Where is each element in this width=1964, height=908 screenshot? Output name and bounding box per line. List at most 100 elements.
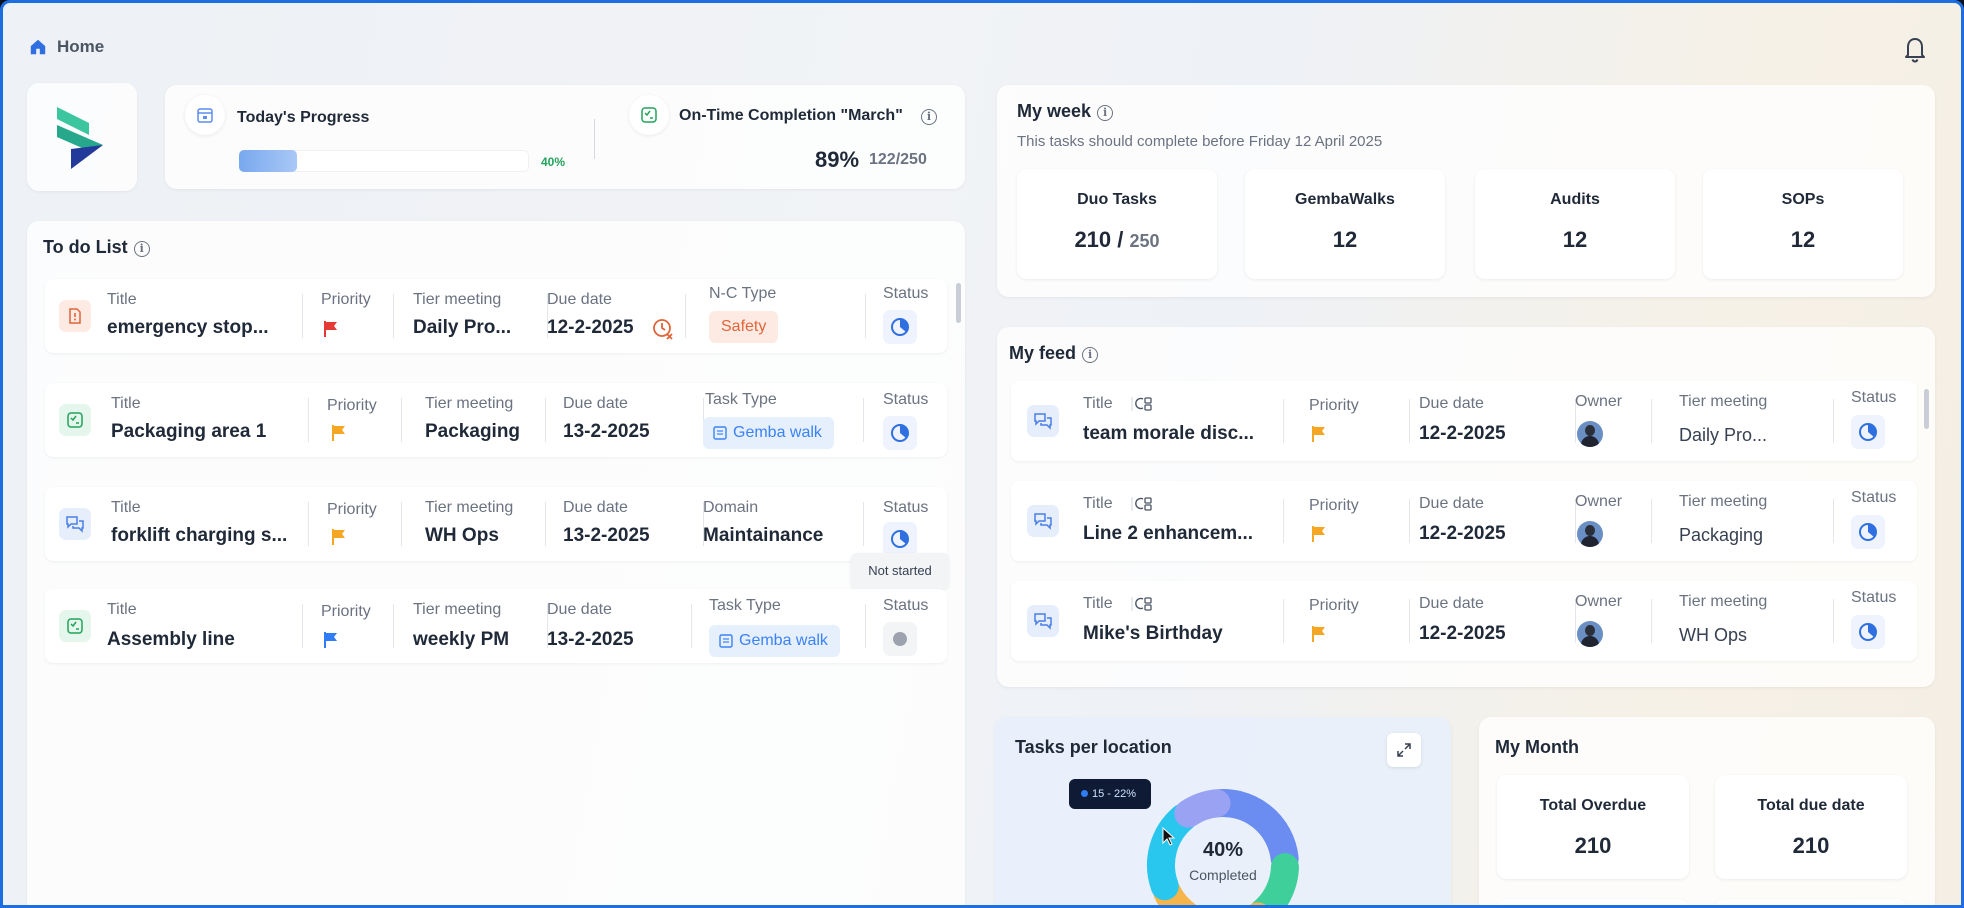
week-tile-sops[interactable]: SOPs 12 xyxy=(1703,169,1903,279)
title-label: Title xyxy=(111,395,141,412)
tooltip-dot xyxy=(1081,790,1088,797)
nc-type-label: N-C Type xyxy=(709,285,777,302)
calendar-icon xyxy=(185,95,225,135)
week-tile-gembawalks[interactable]: GembaWalks 12 xyxy=(1245,169,1445,279)
info-icon[interactable]: i xyxy=(133,240,150,257)
bell-icon[interactable] xyxy=(1899,33,1931,65)
status-button[interactable] xyxy=(1851,615,1885,649)
priority-flag-icon xyxy=(332,425,345,441)
todo-row[interactable]: Title Assembly line Priority Tier meetin… xyxy=(45,589,947,663)
todo-row[interactable]: Title Packaging area 1 Priority Tier mee… xyxy=(45,383,947,457)
column-divider xyxy=(308,398,309,442)
due-label: Due date xyxy=(563,395,628,412)
donut-segment-orange[interactable] xyxy=(1153,878,1266,908)
tier-label: Tier meeting xyxy=(413,601,502,618)
priority-label: Priority xyxy=(1309,497,1359,514)
priority-flag-icon xyxy=(324,321,337,337)
month-tile[interactable] xyxy=(1715,899,1907,905)
nc-type-chip: Safety xyxy=(709,311,779,343)
info-icon[interactable]: i xyxy=(1097,104,1114,121)
feed-title: team morale disc... xyxy=(1083,423,1255,444)
week-tile-audits[interactable]: Audits 12 xyxy=(1475,169,1675,279)
tile-value: 210 xyxy=(1574,833,1612,858)
task-type-label: Task Type xyxy=(705,391,777,408)
todo-row[interactable]: Title emergency stop... Priority Tier me… xyxy=(45,279,947,353)
column-divider xyxy=(1283,499,1284,543)
status-clock-icon xyxy=(1859,523,1877,541)
column-divider xyxy=(393,294,394,338)
today-progress-fill xyxy=(239,150,297,172)
due-label: Due date xyxy=(547,291,612,308)
home-icon[interactable] xyxy=(29,38,47,56)
donut-segment-purple[interactable] xyxy=(1174,789,1231,828)
column-divider xyxy=(1833,599,1834,643)
avatar[interactable] xyxy=(1577,421,1603,447)
donut-center-value: 40% xyxy=(1202,839,1244,861)
status-clock-icon xyxy=(891,530,909,548)
column-divider xyxy=(1283,399,1284,443)
donut-tooltip: 15 - 22% xyxy=(1069,779,1151,809)
app-logo xyxy=(57,107,103,169)
priority-label: Priority xyxy=(1309,397,1359,414)
feed-row[interactable]: Title team morale disc... Priority Due date… xyxy=(1011,381,1917,461)
status-label: Status xyxy=(1851,489,1897,506)
week-tile-duo-tasks[interactable]: Duo Tasks 210 / 250 xyxy=(1017,169,1217,279)
owner-label: Owner xyxy=(1575,593,1623,610)
due-label: Due date xyxy=(563,499,628,516)
breadcrumb-home[interactable]: Home xyxy=(57,37,104,57)
tier-meeting: Packaging xyxy=(1679,525,1764,545)
column-divider xyxy=(1833,499,1834,543)
priority-label: Priority xyxy=(327,501,377,518)
feed-title: Mike's Birthday xyxy=(1083,623,1223,644)
tier-meeting: Daily Pro... xyxy=(413,317,512,338)
status-label: Status xyxy=(1851,589,1897,606)
column-divider xyxy=(691,604,692,648)
avatar[interactable] xyxy=(1577,521,1603,547)
info-icon[interactable]: i xyxy=(921,109,937,125)
due-date: 12-2-2025 xyxy=(547,317,634,338)
status-button[interactable] xyxy=(883,522,917,556)
tier-label: Tier meeting xyxy=(425,499,514,516)
status-button[interactable] xyxy=(883,416,917,450)
feed-row[interactable]: Title Mike's Birthday Priority Due date 12-2… xyxy=(1011,581,1917,661)
column-divider xyxy=(1409,399,1410,443)
not-started-dot xyxy=(893,632,907,646)
todo-row[interactable]: Title forklift charging s... Priority Ti… xyxy=(45,487,947,561)
on-time-completion-label: On-Time Completion "March" xyxy=(679,107,903,124)
my-month-title: My Month xyxy=(1495,737,1579,757)
expand-button[interactable] xyxy=(1387,733,1421,767)
month-tile[interactable] xyxy=(1497,899,1689,905)
title-label: Title xyxy=(1083,395,1113,412)
tile-label: SOPs xyxy=(1781,191,1825,208)
due-label: Due date xyxy=(1419,495,1484,512)
tier-meeting: WH Ops xyxy=(425,525,499,546)
progress-card xyxy=(165,85,965,189)
todo-scrollbar[interactable] xyxy=(956,283,961,323)
month-tile-total-overdue[interactable]: Total Overdue 210 xyxy=(1497,775,1689,879)
feed-row[interactable]: Title Line 2 enhancem... Priority Due date 1… xyxy=(1011,481,1917,561)
title-label: Title xyxy=(111,499,141,516)
avatar[interactable] xyxy=(1577,621,1603,647)
priority-flag-icon xyxy=(1312,426,1325,442)
todo-list-header: To do List i xyxy=(43,237,150,258)
status-button[interactable] xyxy=(883,310,917,344)
month-tile-total-due[interactable]: Total due date 210 xyxy=(1715,775,1907,879)
title-label: Title xyxy=(107,291,137,308)
location-donut-chart[interactable] xyxy=(1123,765,1323,908)
column-divider xyxy=(545,502,546,546)
feed-scrollbar[interactable] xyxy=(1924,389,1929,429)
today-progress-label: Today's Progress xyxy=(237,109,370,126)
status-button[interactable] xyxy=(883,622,917,656)
info-icon[interactable]: i xyxy=(1082,346,1099,363)
status-button[interactable] xyxy=(1851,515,1885,549)
donut-center-label: Completed xyxy=(1189,867,1257,883)
column-divider xyxy=(865,294,866,338)
column-divider xyxy=(1409,599,1410,643)
status-button[interactable] xyxy=(1851,415,1885,449)
mouse-cursor-icon xyxy=(1162,827,1176,846)
recurring-task-icon xyxy=(1131,497,1152,511)
title-label: Title xyxy=(1083,595,1113,612)
today-progress-percent: 40% xyxy=(541,155,566,169)
document-icon xyxy=(713,426,727,440)
tier-label: Tier meeting xyxy=(1679,593,1768,610)
